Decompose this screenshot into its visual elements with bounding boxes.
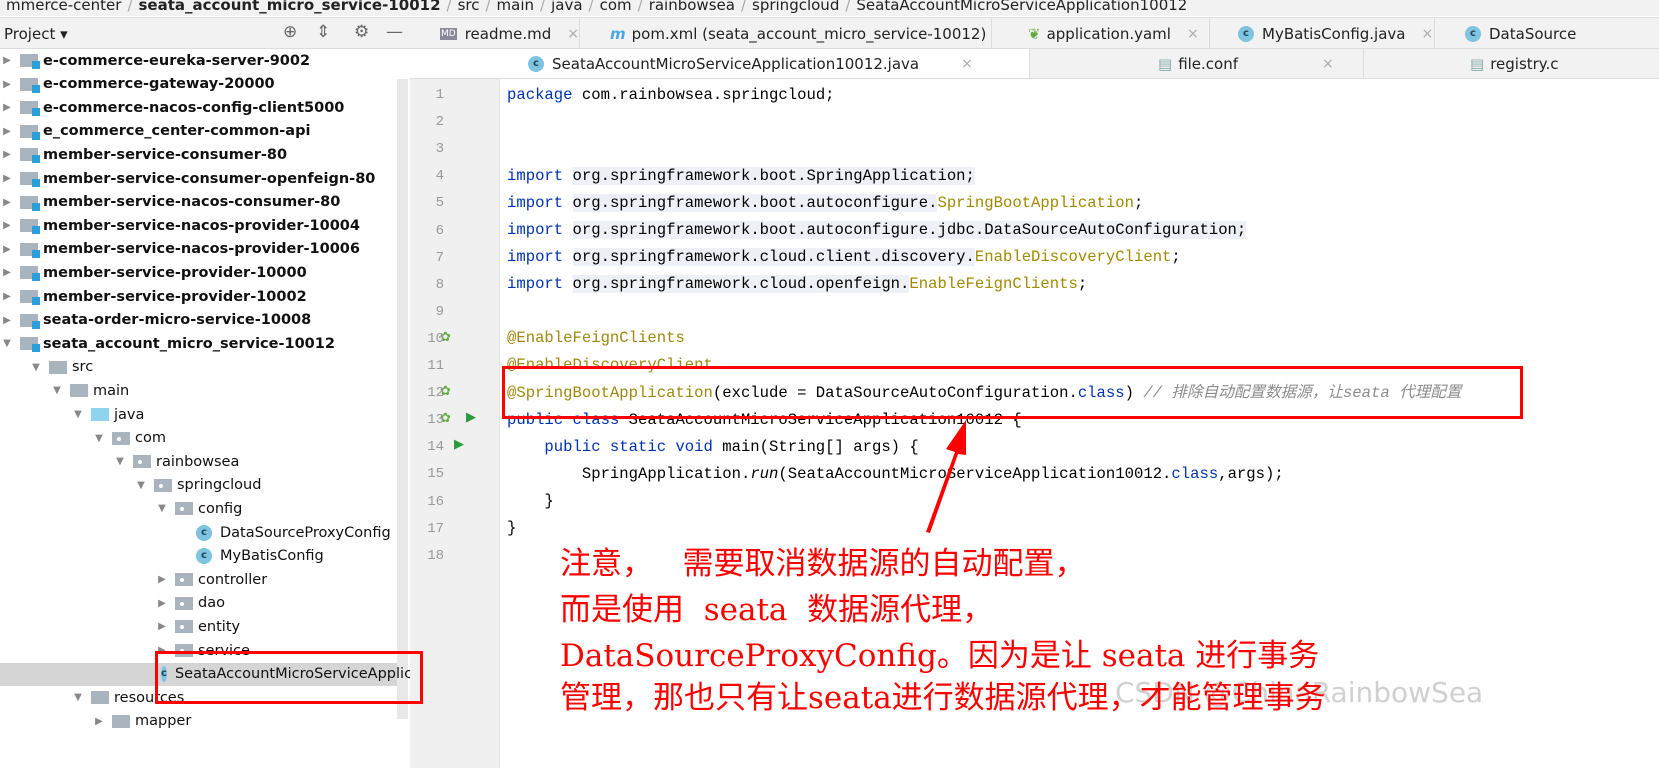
annotation-text: 而是使用 seata 数据源代理， <box>560 588 993 632</box>
arrow-shape <box>926 420 966 533</box>
annotation-text: 管理，那也只有让seata进行数据源代理，才能管理事务 <box>560 676 1326 720</box>
annotation-text: 注意， 需要取消数据源的自动配置， <box>560 542 1086 586</box>
annotation-text: DataSourceProxyConfig。因为是让 seata 进行事务 <box>560 634 1319 678</box>
